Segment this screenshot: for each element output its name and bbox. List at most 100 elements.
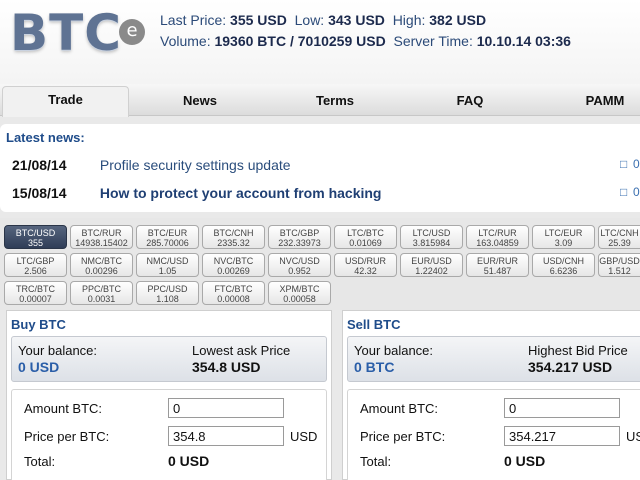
pair-ltc-gbp[interactable]: LTC/GBP 2.506 — [4, 253, 67, 277]
site-logo[interactable]: BTC — [10, 4, 122, 62]
pair-value: 14938.15402 — [75, 238, 128, 248]
pair-trc-btc[interactable]: TRC/BTC 0.00007 — [4, 281, 67, 305]
pair-name: BTC/EUR — [147, 228, 188, 238]
tab-trade[interactable]: Trade — [2, 86, 129, 117]
buy-price-input[interactable] — [168, 426, 284, 446]
news-link[interactable]: Profile security settings update — [100, 157, 291, 173]
site-header: BTC e Last Price: 355 USD Low: 343 USD H… — [0, 0, 640, 84]
pair-value: 51.487 — [483, 266, 512, 276]
server-time-value: 10.10.14 03:36 — [476, 33, 571, 49]
pair-xpm-btc[interactable]: XPM/BTC 0.00058 — [268, 281, 331, 305]
pair-name: LTC/USD — [412, 228, 451, 238]
pair-value: 1.22402 — [415, 266, 448, 276]
buy-balance-value[interactable]: 0 USD — [18, 359, 59, 375]
pair-value: 25.39 — [608, 238, 631, 248]
comment-count[interactable]: 0 — [633, 157, 640, 171]
pair-name: LTC/GBP — [16, 256, 55, 266]
buy-balance-box: Your balance: 0 USD Lowest ask Price 354… — [11, 336, 327, 382]
pair-name: BTC/CNH — [213, 228, 254, 238]
pair-value: 1.05 — [158, 266, 177, 276]
pair-value: 1.512 — [608, 266, 631, 276]
pair-value: 2.506 — [24, 266, 47, 276]
buy-panel: Buy BTC Your balance: 0 USD Lowest ask P… — [6, 310, 332, 480]
server-time-label: Server Time: — [393, 33, 473, 49]
pair-ltc-btc[interactable]: LTC/BTC 0.01069 — [334, 225, 397, 249]
pair-name: LTC/BTC — [347, 228, 384, 238]
pair-name: BTC/GBP — [279, 228, 320, 238]
comment-icon: □ — [620, 185, 628, 199]
pair-name: USD/RUR — [344, 256, 386, 266]
high-value: 382 USD — [429, 12, 487, 28]
pair-usd-cnh[interactable]: USD/CNH 6.6236 — [532, 253, 595, 277]
news-link[interactable]: How to protect your account from hacking — [100, 185, 382, 201]
tab-pamm[interactable]: PAMM — [565, 84, 640, 116]
pair-nvc-btc[interactable]: NVC/BTC 0.00269 — [202, 253, 265, 277]
pair-ltc-usd[interactable]: LTC/USD 3.815984 — [400, 225, 463, 249]
tab-faq[interactable]: FAQ — [430, 84, 510, 116]
pair-usd-rur[interactable]: USD/RUR 42.32 — [334, 253, 397, 277]
sell-balance-value[interactable]: 0 BTC — [354, 359, 394, 375]
pair-name: USD/CNH — [542, 256, 584, 266]
pair-selector: BTC/USD 355 BTC/RUR 14938.15402 BTC/EUR 285… — [0, 218, 640, 310]
pair-value: 2335.32 — [217, 238, 250, 248]
pair-btc-rur[interactable]: BTC/RUR 14938.15402 — [70, 225, 133, 249]
pair-value: 0.952 — [288, 266, 311, 276]
pair-name: BTC/RUR — [81, 228, 122, 238]
pair-value: 0.00008 — [217, 294, 250, 304]
pair-name: XPM/BTC — [279, 284, 320, 294]
comment-count[interactable]: 0 — [633, 185, 640, 199]
pair-value: 0.00058 — [283, 294, 316, 304]
lowest-ask-label: Lowest ask Price — [192, 343, 291, 358]
sell-total-value: 0 USD — [504, 453, 546, 469]
pair-btc-usd[interactable]: BTC/USD 355 — [4, 225, 67, 249]
pair-name: NMC/BTC — [81, 256, 122, 266]
pair-eur-usd[interactable]: EUR/USD 1.22402 — [400, 253, 463, 277]
lowest-ask-value[interactable]: 354.8 USD — [192, 359, 260, 375]
pair-nvc-usd[interactable]: NVC/USD 0.952 — [268, 253, 331, 277]
main-nav: Trade News Terms FAQ PAMM — [0, 84, 640, 117]
sell-price-label: Price per BTC: — [360, 429, 446, 444]
pair-name: BTC/USD — [15, 228, 56, 238]
highest-bid-value[interactable]: 354.217 USD — [528, 359, 612, 375]
pair-value: 163.04859 — [476, 238, 519, 248]
sell-panel: Sell BTC Your balance: 0 BTC Highest Bid… — [342, 310, 640, 480]
pair-btc-eur[interactable]: BTC/EUR 285.70006 — [136, 225, 199, 249]
pair-nmc-usd[interactable]: NMC/USD 1.05 — [136, 253, 199, 277]
pair-value: 0.00269 — [217, 266, 250, 276]
pair-ltc-rur[interactable]: LTC/RUR 163.04859 — [466, 225, 529, 249]
sell-price-unit: USD — [626, 429, 640, 444]
volume-value: 19360 BTC / 7010259 USD — [214, 33, 386, 49]
tab-news[interactable]: News — [160, 84, 240, 116]
buy-amount-input[interactable] — [168, 398, 284, 418]
sell-amount-input[interactable] — [504, 398, 620, 418]
pair-ftc-btc[interactable]: FTC/BTC 0.00008 — [202, 281, 265, 305]
pair-ppc-usd[interactable]: PPC/USD 1.108 — [136, 281, 199, 305]
logo-badge: e — [119, 19, 145, 45]
pair-btc-cnh[interactable]: BTC/CNH 2335.32 — [202, 225, 265, 249]
news-item: 21/08/14 Profile security settings updat… — [12, 157, 291, 173]
buy-total-value: 0 USD — [168, 453, 210, 469]
pair-ltc-eur[interactable]: LTC/EUR 3.09 — [532, 225, 595, 249]
sell-price-input[interactable] — [504, 426, 620, 446]
volume-label: Volume: — [160, 33, 211, 49]
pair-value: 0.00007 — [19, 294, 52, 304]
pair-eur-rur[interactable]: EUR/RUR 51.487 — [466, 253, 529, 277]
pair-value: 355 — [27, 238, 44, 248]
pair-name: LTC/RUR — [478, 228, 517, 238]
pair-name: NMC/USD — [146, 256, 189, 266]
sell-form: Amount BTC: Price per BTC: USD Total: 0 … — [347, 389, 640, 480]
low-label: Low: — [294, 12, 325, 28]
pair-value: 0.00296 — [85, 266, 118, 276]
news-date: 15/08/14 — [12, 185, 67, 201]
buy-total-label: Total: — [24, 454, 56, 469]
pair-nmc-btc[interactable]: NMC/BTC 0.00296 — [70, 253, 133, 277]
pair-ltc-cnh[interactable]: LTC/CNH 25.39 — [598, 225, 640, 249]
stats-line-1: Last Price: 355 USD Low: 343 USD High: 3… — [160, 10, 571, 31]
pair-ppc-btc[interactable]: PPC/BTC 0.0031 — [70, 281, 133, 305]
pair-btc-gbp[interactable]: BTC/GBP 232.33973 — [268, 225, 331, 249]
pair-name: TRC/BTC — [16, 284, 55, 294]
tab-terms[interactable]: Terms — [295, 84, 375, 116]
pair-name: GBP/USD — [599, 256, 640, 266]
pair-gbp-usd[interactable]: GBP/USD 1.512 — [598, 253, 640, 277]
buy-balance-label: Your balance: — [18, 343, 98, 358]
